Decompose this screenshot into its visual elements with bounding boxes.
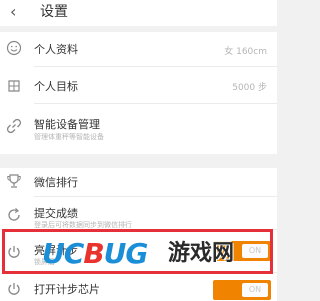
- step-chip-toggle[interactable]: ON: [213, 280, 271, 300]
- settings-group-profile: 个人资料 女 160cm 个人目标 5000 步 智能设备管理 管理体重秤等智能…: [0, 32, 277, 154]
- link-icon: [6, 118, 22, 134]
- row-device-management[interactable]: 智能设备管理 管理体重秤等智能设备: [0, 104, 277, 154]
- row-label: 智能设备管理: [34, 118, 100, 131]
- row-label: 个人目标: [34, 80, 78, 93]
- row-submit-score[interactable]: 提交成绩 登录后可将数据同步到微信排行: [0, 197, 277, 229]
- toggle-knob: ON: [242, 283, 268, 297]
- row-step-chip[interactable]: 打开计步芯片 ON: [0, 273, 277, 301]
- row-label: 打开计步芯片: [34, 283, 100, 296]
- target-icon: [6, 78, 22, 94]
- refresh-icon: [6, 207, 22, 223]
- trophy-icon: [6, 173, 22, 189]
- watermark-logo: UCBUG: [42, 237, 148, 270]
- row-wechat-ranking[interactable]: 微信排行: [0, 168, 277, 196]
- watermark-text: 游戏网: [168, 240, 235, 266]
- power-icon: [6, 281, 22, 297]
- chevron-left-icon[interactable]: ‹: [10, 2, 16, 22]
- row-value: 女 160cm: [224, 47, 267, 57]
- row-subtitle: 管理体重秤等智能设备: [34, 133, 104, 141]
- top-bar: ‹ 设置: [0, 0, 277, 26]
- row-value: 5000 步: [232, 83, 267, 93]
- watermark-logo-text: UCBUG: [42, 237, 148, 270]
- row-label: 微信排行: [34, 176, 78, 189]
- row-label: 个人资料: [34, 43, 78, 56]
- row-profile[interactable]: 个人资料 女 160cm: [0, 32, 277, 66]
- page-title: 设置: [40, 4, 68, 20]
- smile-icon: [6, 40, 22, 56]
- row-goal[interactable]: 个人目标 5000 步: [0, 67, 277, 103]
- row-label: 提交成绩: [34, 207, 78, 220]
